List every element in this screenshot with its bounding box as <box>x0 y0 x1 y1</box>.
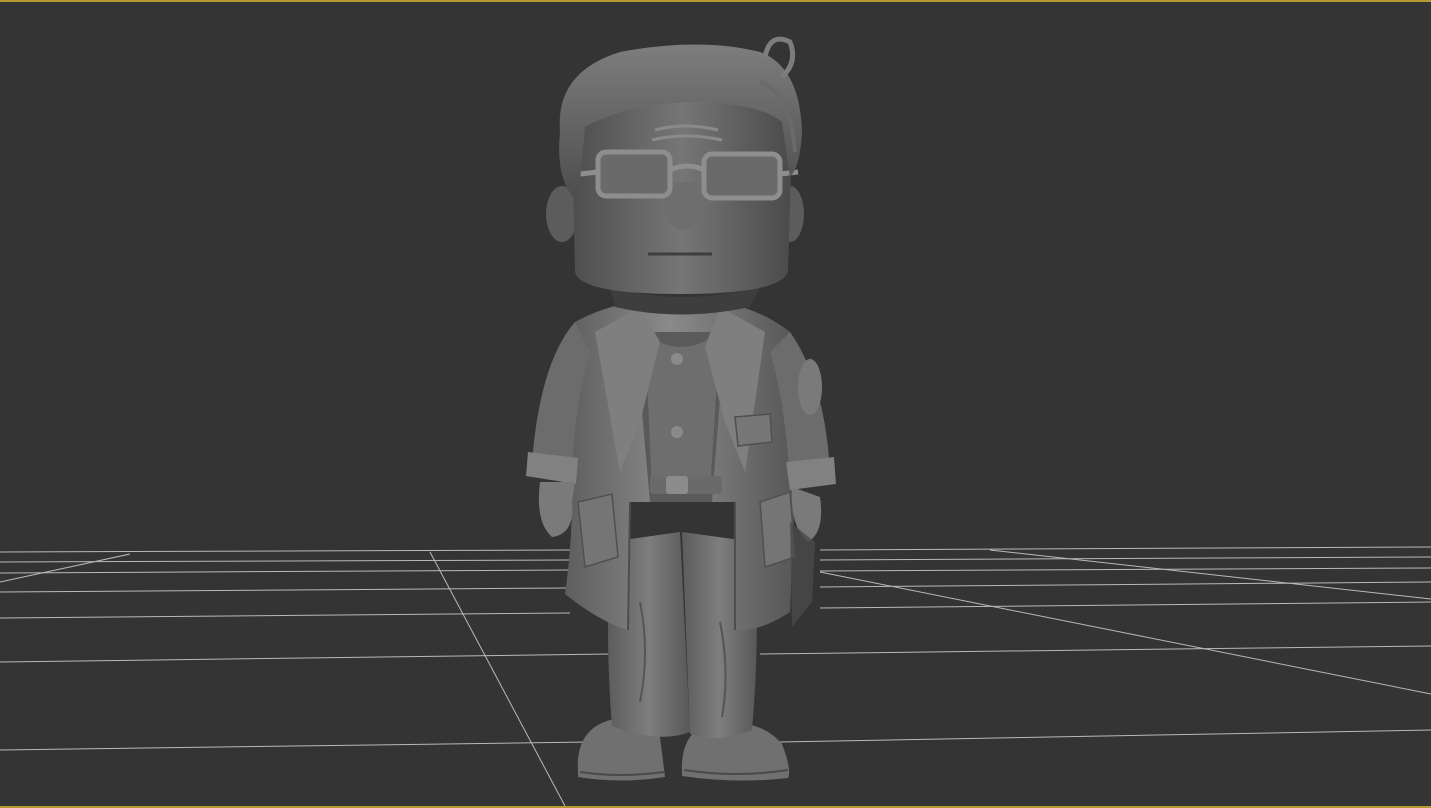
left-hand <box>538 482 575 537</box>
viewport-canvas[interactable] <box>0 2 1431 806</box>
perspective-viewport[interactable] <box>0 0 1431 808</box>
character-model[interactable] <box>526 36 836 781</box>
